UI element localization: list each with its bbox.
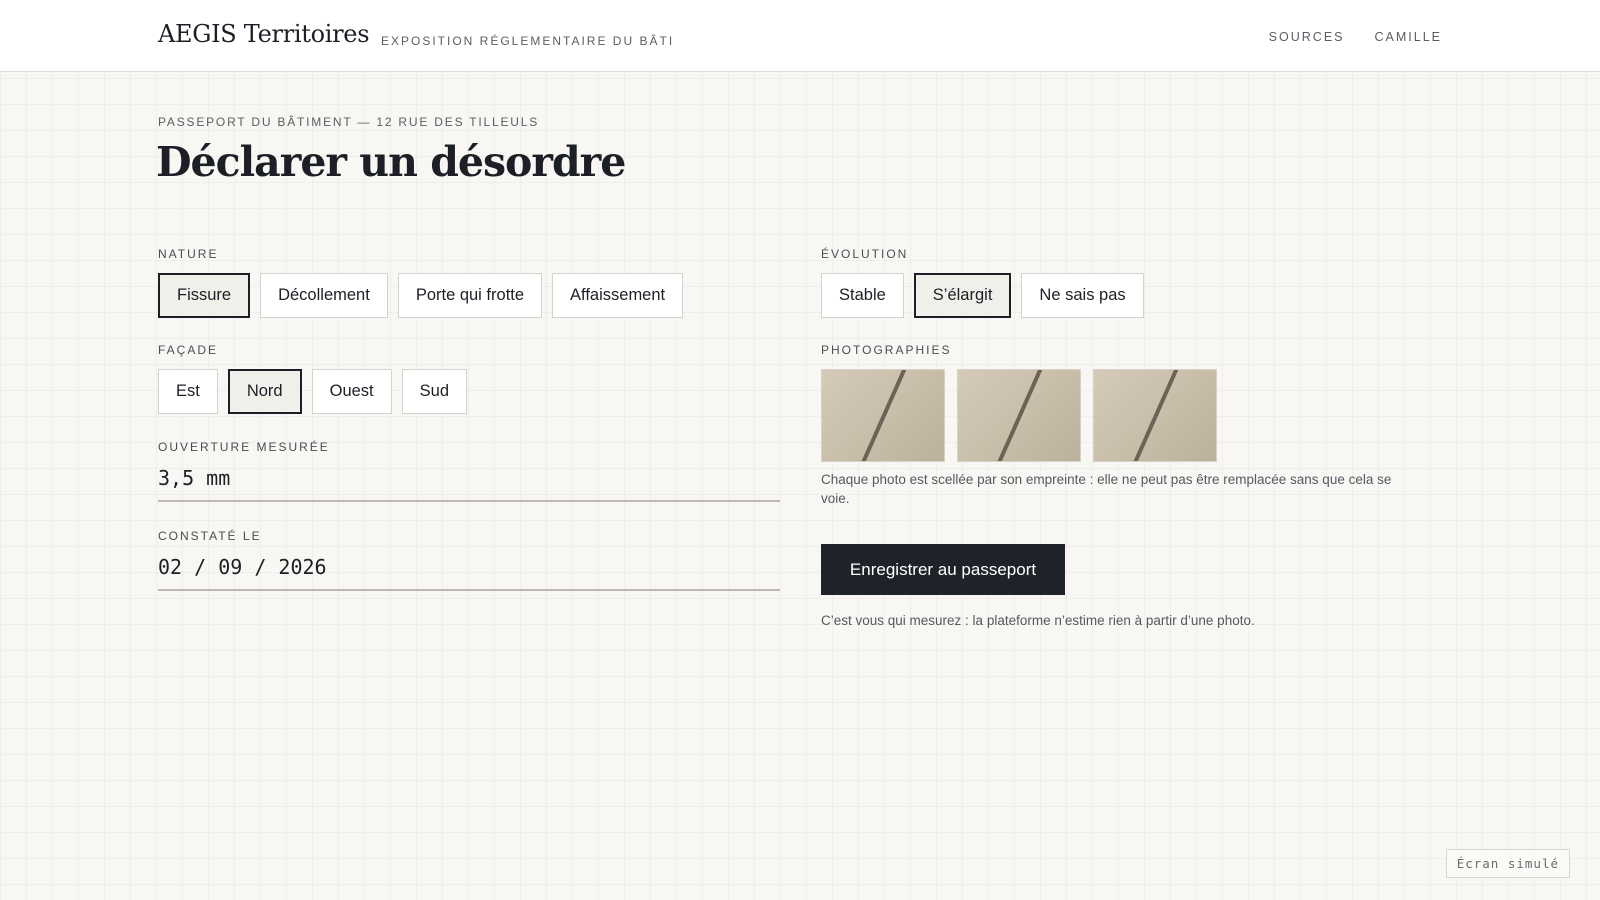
evolution-label: ÉVOLUTION bbox=[821, 247, 909, 261]
ouverture-value[interactable]: 3,5 mm bbox=[158, 466, 780, 500]
evolution-option-selargit[interactable]: S’élargit bbox=[913, 273, 1012, 318]
evolution-option-ne-sais-pas[interactable]: Ne sais pas bbox=[1021, 273, 1144, 318]
crack-image bbox=[861, 370, 907, 461]
crack-image bbox=[997, 370, 1043, 461]
ouverture-field[interactable]: 3,5 mm bbox=[158, 466, 780, 502]
ouverture-label: OUVERTURE MESURÉE bbox=[158, 440, 330, 454]
brand-subtitle: EXPOSITION RÉGLEMENTAIRE DU BÂTI bbox=[381, 34, 675, 48]
crack-image bbox=[1133, 370, 1179, 461]
save-to-passport-button[interactable]: Enregistrer au passeport bbox=[821, 544, 1065, 595]
brand-logo[interactable]: AEGIS Territoires bbox=[158, 20, 370, 48]
nature-option-porte-qui-frotte[interactable]: Porte qui frotte bbox=[397, 273, 543, 318]
simulated-screen-badge: Écran simulé bbox=[1445, 849, 1570, 878]
evolution-options: Stable S’élargit Ne sais pas bbox=[821, 273, 1144, 318]
nature-option-fissure[interactable]: Fissure bbox=[158, 273, 251, 318]
nature-option-decollement[interactable]: Décollement bbox=[260, 273, 388, 318]
photo-thumbnail-2[interactable] bbox=[957, 369, 1081, 462]
photo-thumbnail-1[interactable] bbox=[821, 369, 945, 462]
photo-gallery bbox=[821, 369, 1217, 462]
photo-thumbnail-3[interactable] bbox=[1093, 369, 1217, 462]
facade-option-sud[interactable]: Sud bbox=[401, 369, 467, 414]
facade-label: FAÇADE bbox=[158, 343, 219, 357]
nature-option-affaissement[interactable]: Affaissement bbox=[552, 273, 684, 318]
photos-label: PHOTOGRAPHIES bbox=[821, 343, 952, 357]
facade-options: Est Nord Ouest Sud bbox=[158, 369, 467, 414]
date-value[interactable]: 02 / 09 / 2026 bbox=[158, 555, 780, 589]
top-bar: AEGIS Territoires EXPOSITION RÉGLEMENTAI… bbox=[0, 0, 1600, 72]
submit-note: C’est vous qui mesurez : la plateforme n… bbox=[821, 613, 1255, 628]
top-nav: SOURCES CAMILLE bbox=[1269, 30, 1442, 44]
nav-user-camille[interactable]: CAMILLE bbox=[1375, 30, 1443, 44]
facade-option-nord[interactable]: Nord bbox=[227, 369, 302, 414]
page-title: Déclarer un désordre bbox=[156, 138, 626, 186]
nav-sources[interactable]: SOURCES bbox=[1269, 30, 1345, 44]
nature-options: Fissure Décollement Porte qui frotte Aff… bbox=[158, 273, 684, 318]
evolution-option-stable[interactable]: Stable bbox=[821, 273, 904, 318]
photos-note: Chaque photo est scellée par son emprein… bbox=[821, 472, 1392, 506]
date-field[interactable]: 02 / 09 / 2026 bbox=[158, 555, 780, 591]
constate-label: CONSTATÉ LE bbox=[158, 529, 262, 543]
breadcrumb: PASSEPORT DU BÂTIMENT — 12 RUE DES TILLE… bbox=[158, 115, 540, 129]
facade-option-est[interactable]: Est bbox=[158, 369, 218, 414]
nature-label: NATURE bbox=[158, 247, 219, 261]
facade-option-ouest[interactable]: Ouest bbox=[311, 369, 392, 414]
